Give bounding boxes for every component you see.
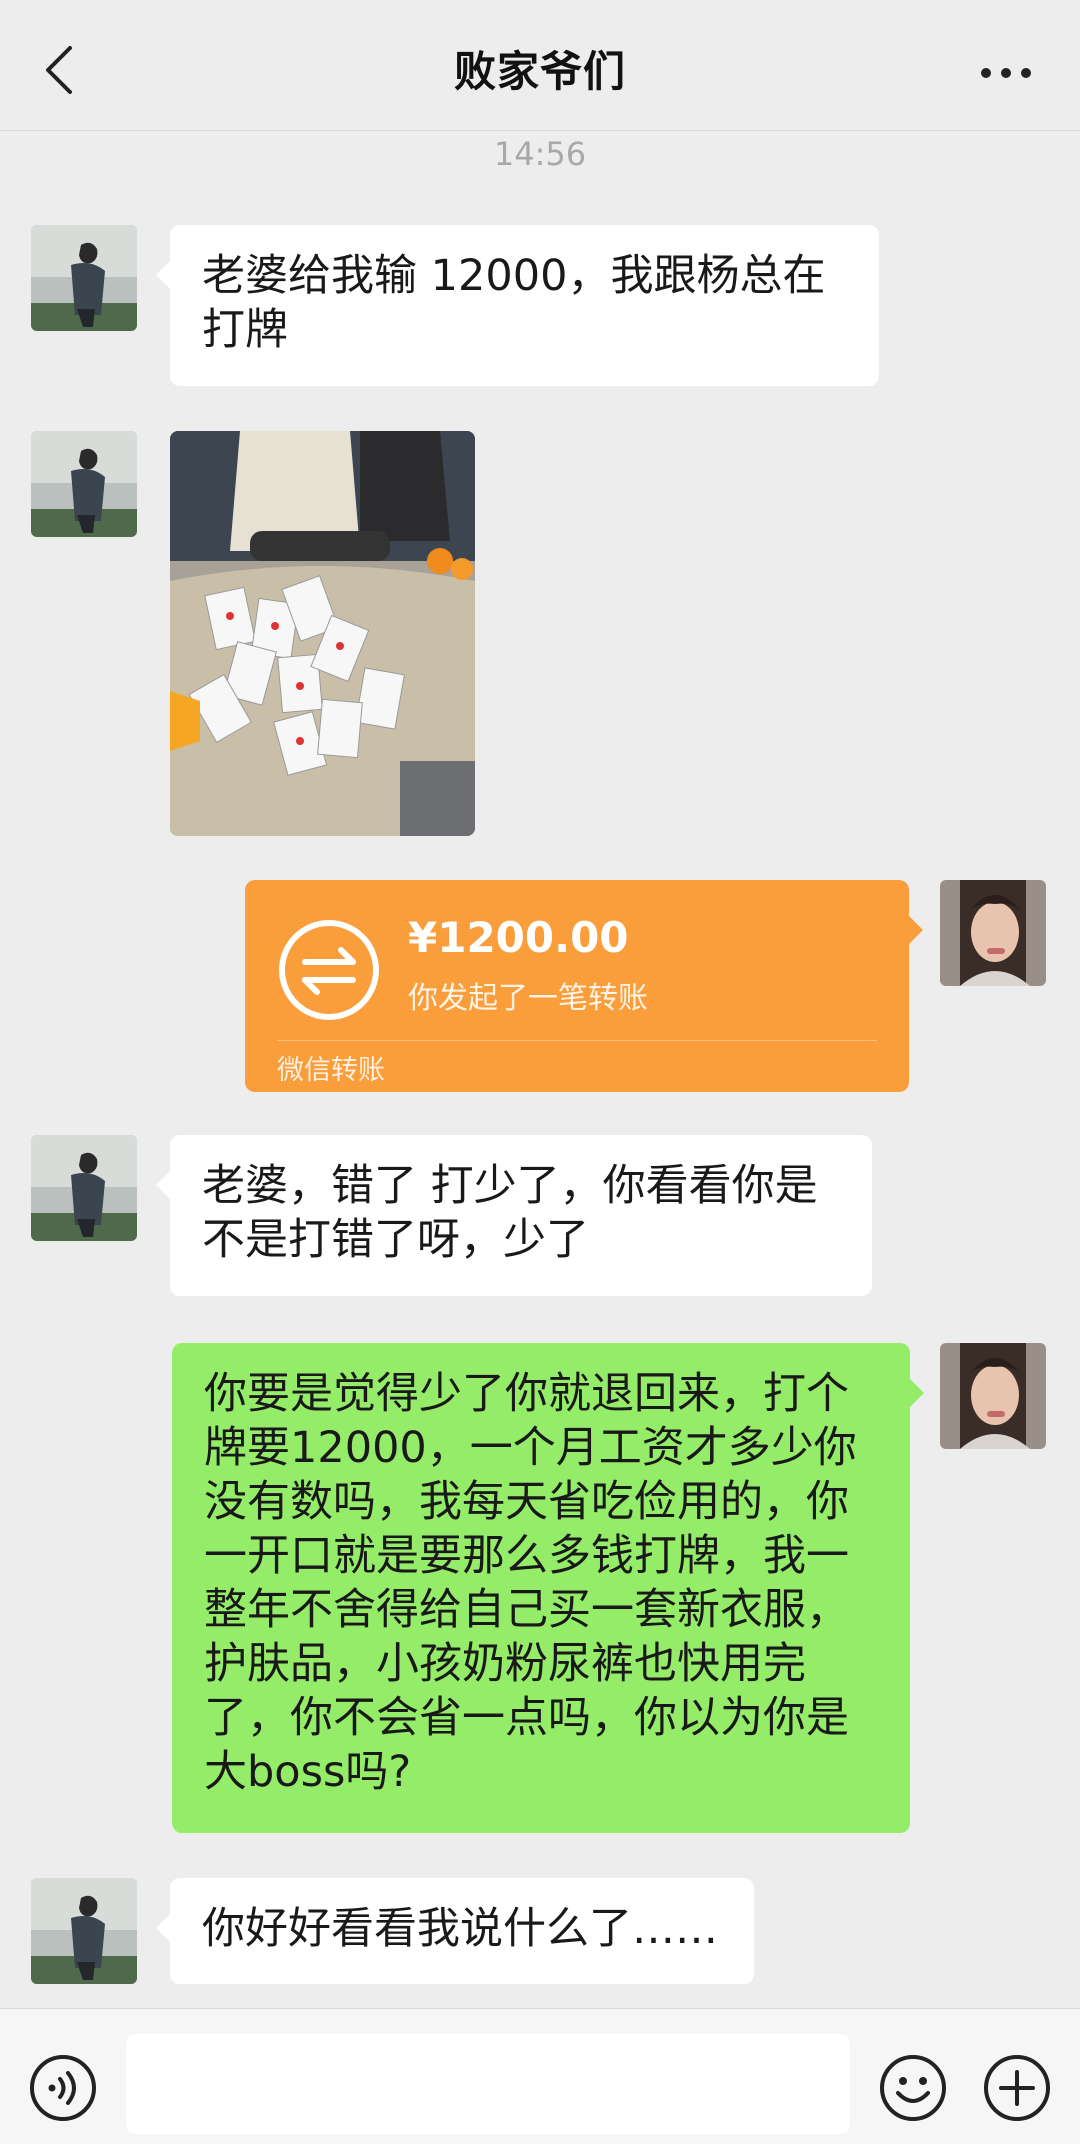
message-timestamp: 14:56 <box>493 135 587 173</box>
message-bubble-received[interactable]: 你好好看看我说什么了…… <box>156 1878 754 1984</box>
plus-circle-icon <box>984 2055 1050 2121</box>
more-button[interactable] <box>976 48 1036 98</box>
transfer-label: 微信转账 <box>277 1055 385 1086</box>
self-avatar[interactable] <box>940 880 1046 986</box>
voice-button[interactable] <box>28 2053 98 2123</box>
contact-avatar[interactable] <box>31 1135 137 1241</box>
transfer-divider <box>277 1040 877 1041</box>
more-functions-button[interactable] <box>982 2053 1052 2123</box>
contact-avatar[interactable] <box>31 431 137 537</box>
navigation-bar: 败家爷们 <box>0 0 1080 131</box>
emoji-icon <box>880 2055 946 2121</box>
message-bubble-received[interactable]: 老婆给我输 12000，我跟杨总在打牌 <box>156 225 879 386</box>
message-input[interactable] <box>126 2034 850 2134</box>
chat-title: 败家爷们 <box>453 47 626 96</box>
ellipsis-icon <box>981 68 1031 78</box>
message-bubble-received[interactable]: 老婆，错了 打少了，你看看你是不是打错了呀，少了 <box>156 1135 872 1296</box>
transfer-icon <box>279 920 379 1020</box>
back-button[interactable] <box>40 44 80 96</box>
input-bar <box>0 2008 1080 2144</box>
message-image-card-game[interactable] <box>170 431 475 836</box>
message-bubble-sent[interactable]: 你要是觉得少了你就退回来，打个牌要12000，一个月工资才多少你没有数吗，我每天… <box>172 1343 924 1833</box>
message-text: 你要是觉得少了你就退回来，打个牌要12000，一个月工资才多少你没有数吗，我每天… <box>204 1369 857 1797</box>
message-text: 你好好看看我说什么了…… <box>202 1904 718 1954</box>
contact-avatar[interactable] <box>31 1878 137 1984</box>
message-text: 老婆，错了 打少了，你看看你是不是打错了呀，少了 <box>202 1161 818 1265</box>
emoji-button[interactable] <box>878 2053 948 2123</box>
message-text: 老婆给我输 12000，我跟杨总在打牌 <box>202 251 826 355</box>
transfer-amount: ¥1200.00 <box>408 913 629 962</box>
transfer-card[interactable]: ¥1200.00 你发起了一笔转账 微信转账 <box>245 880 923 1092</box>
self-avatar[interactable] <box>940 1343 1046 1449</box>
chevron-left-icon <box>46 46 72 94</box>
transfer-description: 你发起了一笔转账 <box>408 981 648 1016</box>
contact-avatar[interactable] <box>31 225 137 331</box>
voice-icon <box>30 2055 96 2121</box>
